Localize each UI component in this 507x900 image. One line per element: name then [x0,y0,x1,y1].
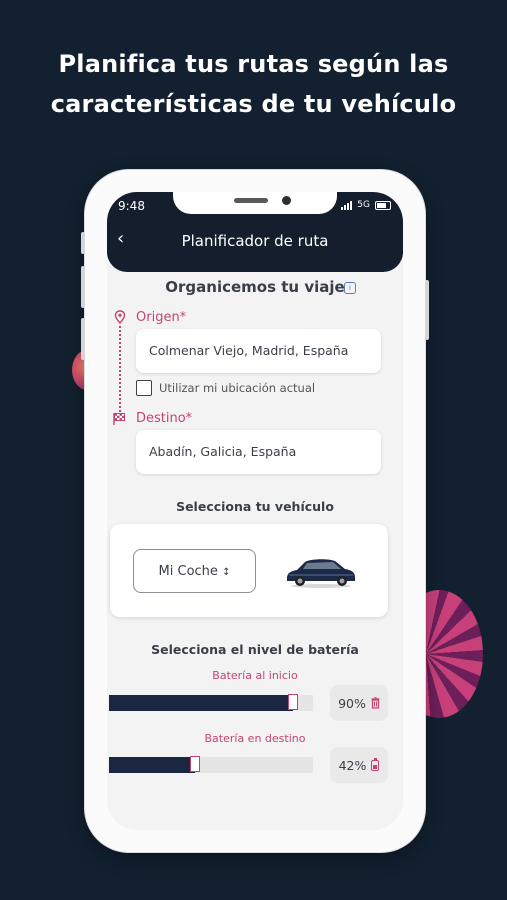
start-battery-value-box: 90% [330,685,388,721]
phone-notch [173,192,337,214]
battery-section-title: Selecciona el nivel de batería [151,642,359,657]
checkered-flag-icon [113,413,125,425]
end-battery-thumb[interactable] [190,756,200,772]
use-location-label: Utilizar mi ubicación actual [159,381,316,395]
battery-level-icon [371,757,380,771]
status-time: 9:48 [118,199,145,213]
vehicle-select-value: Mi Coche [158,564,218,579]
phone-power-button [425,280,429,340]
start-battery-label: Batería al inicio [212,669,298,682]
car-image [287,559,355,588]
battery-status-icon [375,200,391,210]
page-title: Planificador de ruta [181,232,329,250]
use-location-row[interactable]: Utilizar mi ubicación actual [136,380,315,396]
origin-label: Origen* [136,310,187,325]
promo-headline-line2: características de tu vehículo [50,90,457,118]
app-screen: 9:48 5G ‹ Planificador de ruta Organicem… [107,192,403,830]
signal-icon [341,200,353,210]
trash-icon [371,697,380,709]
vehicle-select[interactable]: Mi Coche ↕ [133,549,256,593]
location-pin-icon [114,310,126,324]
start-battery-fill [109,695,293,711]
promo-headline-line1: Planifica tus rutas según las [58,50,449,78]
end-battery-value: 42% [338,757,367,773]
end-battery-label: Batería en destino [204,732,306,745]
end-battery-value-box: 42% [330,747,388,783]
start-battery-slider[interactable] [109,694,313,711]
destination-label: Destino* [136,411,193,426]
info-icon[interactable]: i [344,282,356,294]
phone-mute-button [81,232,85,254]
chevron-updown-icon: ↕ [222,567,231,578]
phone-volume-up-button [81,266,85,308]
app-header: 9:48 5G ‹ Planificador de ruta [107,192,403,272]
trip-section-title: Organicemos tu viaje [165,278,345,296]
vehicle-section-title: Selecciona tu vehículo [176,499,334,514]
end-battery-slider[interactable] [109,756,313,773]
speaker-icon [234,198,268,203]
route-connector-line [119,326,121,412]
promo-headline: Planifica tus rutas según las caracterís… [0,44,507,124]
vehicle-card: Mi Coche ↕ [110,524,388,617]
destination-input[interactable]: Abadín, Galicia, España [136,430,381,474]
start-battery-thumb[interactable] [288,694,298,710]
origin-input[interactable]: Colmenar Viejo, Madrid, España [136,329,381,373]
status-indicators: 5G [341,200,391,210]
network-type: 5G [357,200,370,210]
start-battery-value: 90% [338,695,366,711]
camera-icon [282,196,291,205]
phone-volume-down-button [81,318,85,360]
end-battery-fill [109,757,195,773]
use-location-checkbox[interactable] [136,380,152,396]
